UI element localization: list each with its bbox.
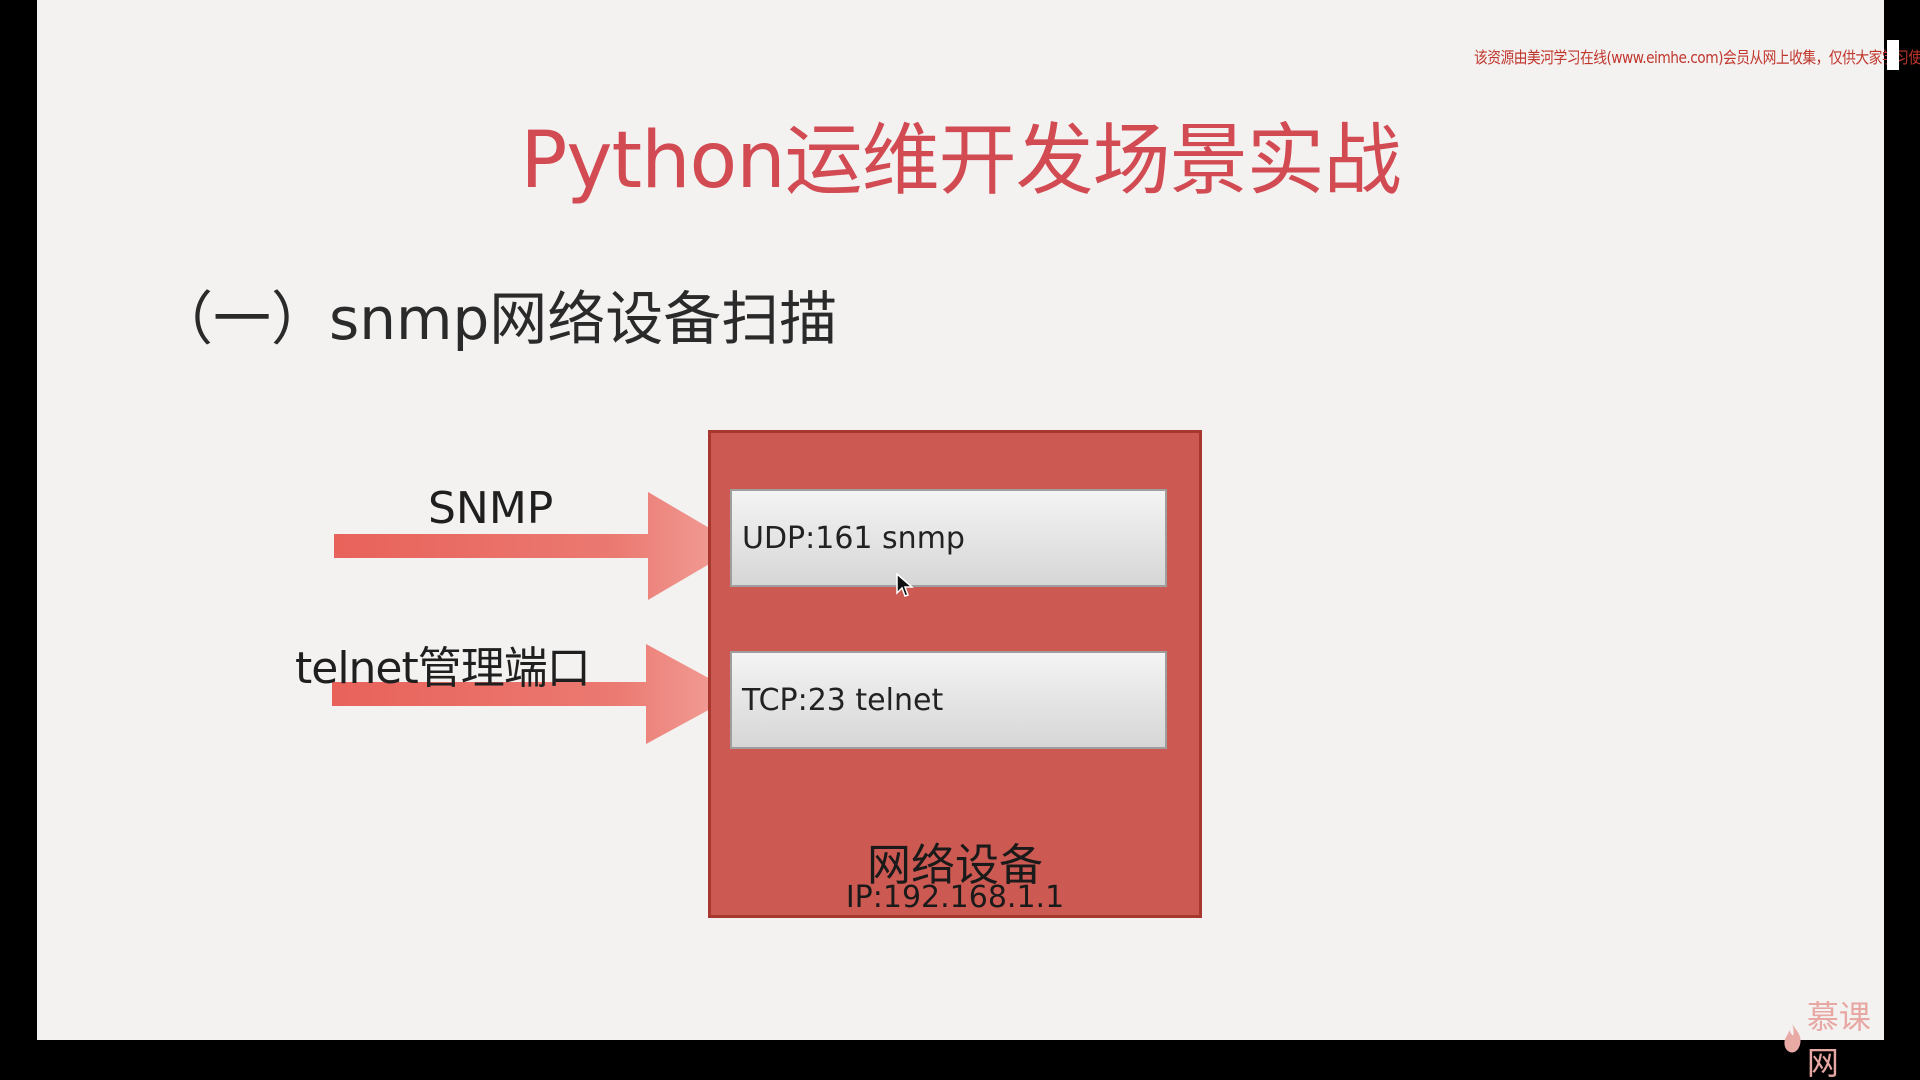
snmp-label: SNMP — [428, 483, 554, 534]
slide-title: Python运维开发场景实战 — [520, 116, 1401, 206]
slide-subtitle: （一）snmp网络设备扫描 — [155, 285, 838, 353]
watermark-text: 该资源由美河学习在线(www.eimhe.com)会员从网上收集，仅供大家学习使… — [1474, 48, 1920, 67]
imooc-logo: 慕课网 — [1782, 992, 1884, 1080]
tcp-port-label: TCP:23 telnet — [742, 682, 944, 718]
udp-port-label: UDP:161 snmp — [742, 520, 965, 556]
telnet-label: telnet管理端口 — [295, 643, 591, 694]
device-ip: IP:192.168.1.1 — [845, 880, 1065, 915]
udp-port-box: UDP:161 snmp — [730, 489, 1167, 587]
watermark-bar — [1887, 40, 1899, 70]
logo-text: 慕课网 — [1806, 998, 1871, 1080]
slide: 该资源由美河学习在线(www.eimhe.com)会员从网上收集，仅供大家学习使… — [37, 0, 1920, 1080]
mouse-cursor-icon — [896, 573, 914, 597]
tcp-port-box: TCP:23 telnet — [730, 651, 1167, 749]
flame-icon — [1784, 1023, 1801, 1053]
network-device-box: UDP:161 snmp TCP:23 telnet 网络设备 IP:192.1… — [708, 430, 1202, 918]
